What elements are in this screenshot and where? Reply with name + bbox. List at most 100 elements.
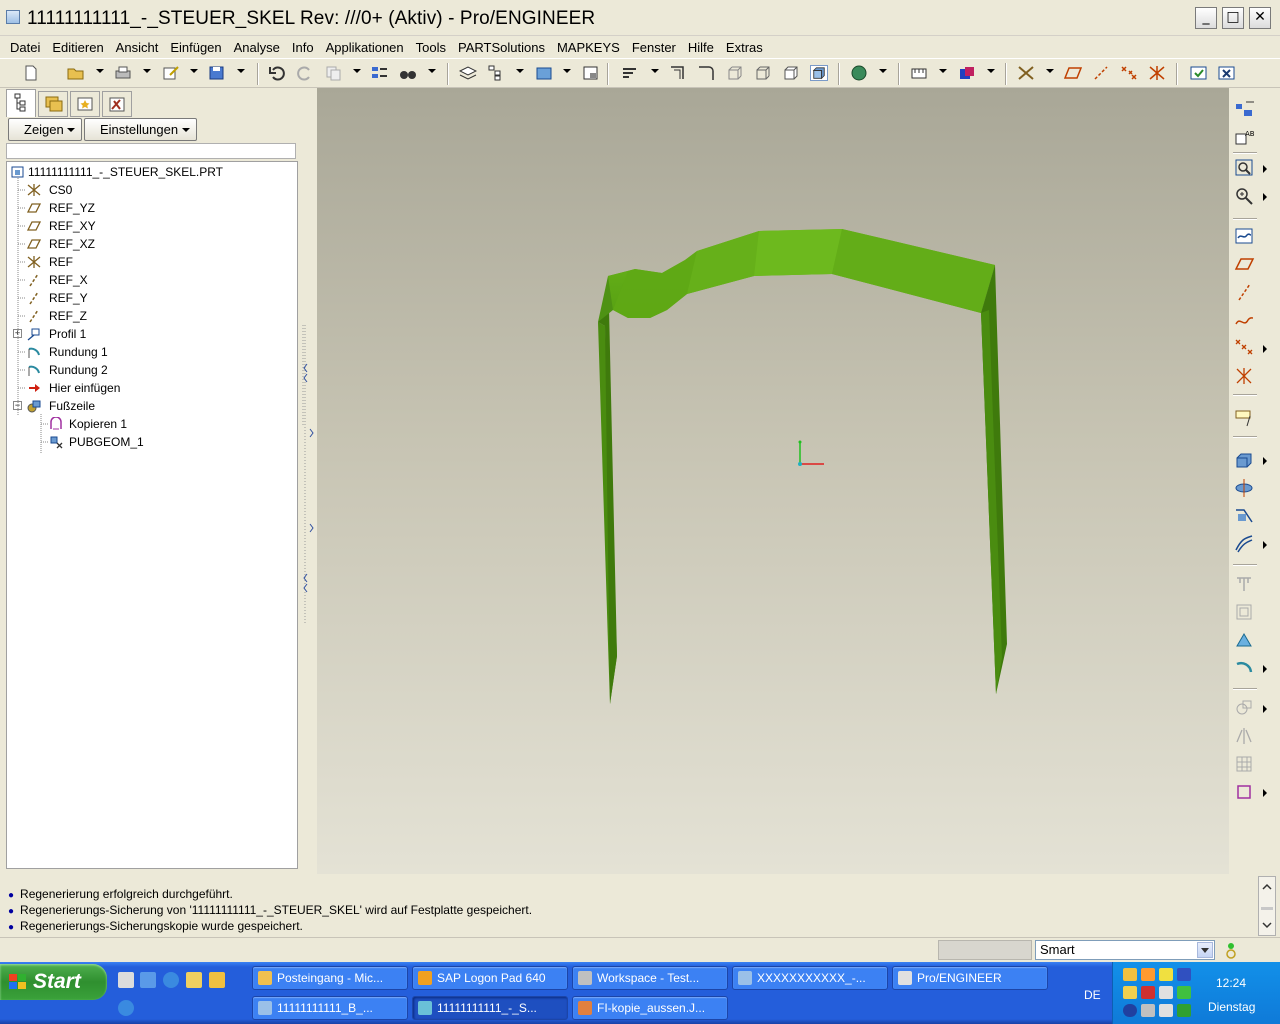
clock-time[interactable]: 12:24 — [1216, 976, 1246, 990]
menu-info[interactable]: Info — [292, 40, 314, 55]
print-dropdown-icon[interactable] — [143, 69, 151, 73]
blend-dropdown-icon[interactable] — [1263, 541, 1267, 549]
edit-sheet-icon[interactable] — [162, 65, 180, 81]
zoom-window-icon[interactable] — [1234, 158, 1256, 178]
context-help-icon[interactable] — [1190, 65, 1208, 81]
zoom-in-dropdown-icon[interactable] — [1263, 193, 1267, 201]
regenerate-icon[interactable] — [371, 65, 389, 81]
rib-tool-icon[interactable] — [1234, 630, 1256, 650]
tab-folder-browser[interactable] — [38, 91, 68, 117]
start-button[interactable]: Start — [0, 964, 107, 1000]
close-window-icon[interactable] — [1218, 65, 1236, 81]
open-folder-icon[interactable] — [67, 65, 85, 81]
menu-fenster[interactable]: Fenster — [632, 40, 676, 55]
taskbar-item-xxxx[interactable]: XXXXXXXXXXX_-... — [732, 966, 888, 990]
panel-splitter[interactable] — [300, 89, 316, 874]
tray-app-icon[interactable] — [1123, 986, 1137, 999]
menu-datei[interactable]: Datei — [10, 40, 40, 55]
message-scrollbar[interactable] — [1258, 876, 1276, 936]
shell-tool-icon[interactable] — [1234, 602, 1256, 622]
calendar-icon[interactable] — [209, 972, 225, 988]
zoom-in-icon[interactable] — [1234, 186, 1256, 206]
repaint-dropdown-icon[interactable] — [651, 69, 659, 73]
hidden-line-icon[interactable] — [754, 65, 772, 81]
show-dropdown-button[interactable]: Zeigen — [8, 118, 82, 141]
model-tree-icon[interactable] — [487, 65, 505, 81]
datum-point-tool-icon[interactable] — [1234, 338, 1256, 358]
taskbar-item-steuer-skel[interactable]: 11111111111_-_S... — [412, 996, 568, 1020]
no-hidden-icon[interactable] — [782, 65, 800, 81]
menu-analyse[interactable]: Analyse — [234, 40, 280, 55]
expand-icon[interactable]: + — [13, 329, 22, 338]
datum-planes-toggle-icon[interactable] — [1064, 65, 1082, 81]
round-tool-icon[interactable] — [1234, 658, 1256, 678]
datum-plane-tool-icon[interactable] — [1234, 254, 1256, 274]
maximize-button[interactable]: □ — [1222, 7, 1244, 29]
datum-display-filter-icon[interactable] — [1234, 100, 1256, 120]
menu-ansicht[interactable]: Ansicht — [116, 40, 159, 55]
tray-app-icon[interactable] — [1159, 1004, 1173, 1017]
datum-axes-toggle-icon[interactable] — [1092, 65, 1110, 81]
selection-filter-select[interactable]: Smart — [1035, 940, 1215, 960]
taskbar-item-sap[interactable]: SAP Logon Pad 640 — [412, 966, 568, 990]
measure-icon[interactable] — [910, 65, 928, 81]
tab-connections[interactable] — [102, 91, 132, 117]
minimize-button[interactable]: _ — [1195, 7, 1217, 29]
taskbar-item-proengineer[interactable]: Pro/ENGINEER — [892, 966, 1048, 990]
hole-tool-icon[interactable] — [1234, 574, 1256, 594]
menu-partsolutions[interactable]: PARTSolutions — [458, 40, 545, 55]
view-dropdown-icon[interactable] — [563, 69, 571, 73]
datum-display-icon[interactable] — [1017, 65, 1035, 81]
tree-dropdown-icon[interactable] — [516, 69, 524, 73]
taskbar-item-b-part[interactable]: 11111111111_B_... — [252, 996, 408, 1020]
appearance-dropdown-icon[interactable] — [987, 69, 995, 73]
revolve-tool-icon[interactable] — [1234, 478, 1256, 498]
tree-item-profil-1[interactable]: + Profil 1 — [11, 325, 211, 343]
print-icon[interactable] — [114, 65, 132, 81]
tree-item-footer[interactable]: − Fußzeile — [11, 397, 211, 415]
globe-icon[interactable] — [850, 65, 868, 81]
tray-app-icon[interactable] — [1177, 968, 1191, 981]
menu-mapkeys[interactable]: MAPKEYS — [557, 40, 620, 55]
tray-app-icon[interactable] — [1141, 968, 1155, 981]
datum-points-toggle-icon[interactable] — [1120, 65, 1138, 81]
tab-model-tree[interactable] — [6, 89, 36, 117]
saved-views-icon[interactable] — [582, 65, 600, 81]
menu-editieren[interactable]: Editieren — [52, 40, 103, 55]
tab-favorites[interactable] — [70, 91, 100, 117]
feature-operation-icon[interactable] — [1234, 782, 1256, 802]
round-dropdown-icon[interactable] — [1263, 665, 1267, 673]
tray-app-icon[interactable] — [1141, 1004, 1155, 1017]
taskbar-item-fi-kopie[interactable]: FI-kopie_aussen.J... — [572, 996, 728, 1020]
tray-app-icon[interactable] — [1159, 986, 1173, 999]
tray-app-icon[interactable] — [1123, 968, 1137, 981]
pattern-tool-icon[interactable] — [1234, 754, 1256, 774]
search-dropdown-icon[interactable] — [428, 69, 436, 73]
open-dropdown-icon[interactable] — [96, 69, 104, 73]
csys-toggle-icon[interactable] — [1148, 65, 1166, 81]
tree-filter-bar[interactable] — [6, 143, 296, 159]
new-file-icon[interactable] — [22, 65, 40, 81]
copy-dropdown-icon[interactable] — [353, 69, 361, 73]
chevron-down-icon[interactable] — [1197, 942, 1213, 958]
menu-hilfe[interactable]: Hilfe — [688, 40, 714, 55]
close-button[interactable]: ✕ — [1249, 7, 1271, 29]
view-manager-icon[interactable] — [535, 65, 553, 81]
draft-tool-icon[interactable] — [1234, 698, 1256, 718]
csys-tool-icon[interactable] — [1234, 366, 1256, 386]
internet-explorer-icon[interactable] — [163, 972, 179, 988]
globe-dropdown-icon[interactable] — [879, 69, 887, 73]
settings-dropdown-button[interactable]: Einstellungen — [84, 118, 197, 141]
blend-tool-icon[interactable] — [1234, 534, 1256, 554]
graphics-viewport[interactable] — [317, 88, 1229, 874]
network-icon[interactable] — [118, 1000, 134, 1016]
save-icon[interactable] — [208, 65, 226, 81]
explorer-folder-icon[interactable] — [186, 972, 202, 988]
tray-app-icon[interactable] — [1123, 1004, 1137, 1017]
draft-dropdown-icon[interactable] — [1263, 705, 1267, 713]
analysis-feature-icon[interactable] — [1234, 408, 1256, 428]
datum-point-dropdown-icon[interactable] — [1263, 345, 1267, 353]
annotation-icon[interactable]: AB — [1234, 128, 1256, 148]
zoom-dropdown-icon[interactable] — [1263, 165, 1267, 173]
save-dropdown-icon[interactable] — [237, 69, 245, 73]
